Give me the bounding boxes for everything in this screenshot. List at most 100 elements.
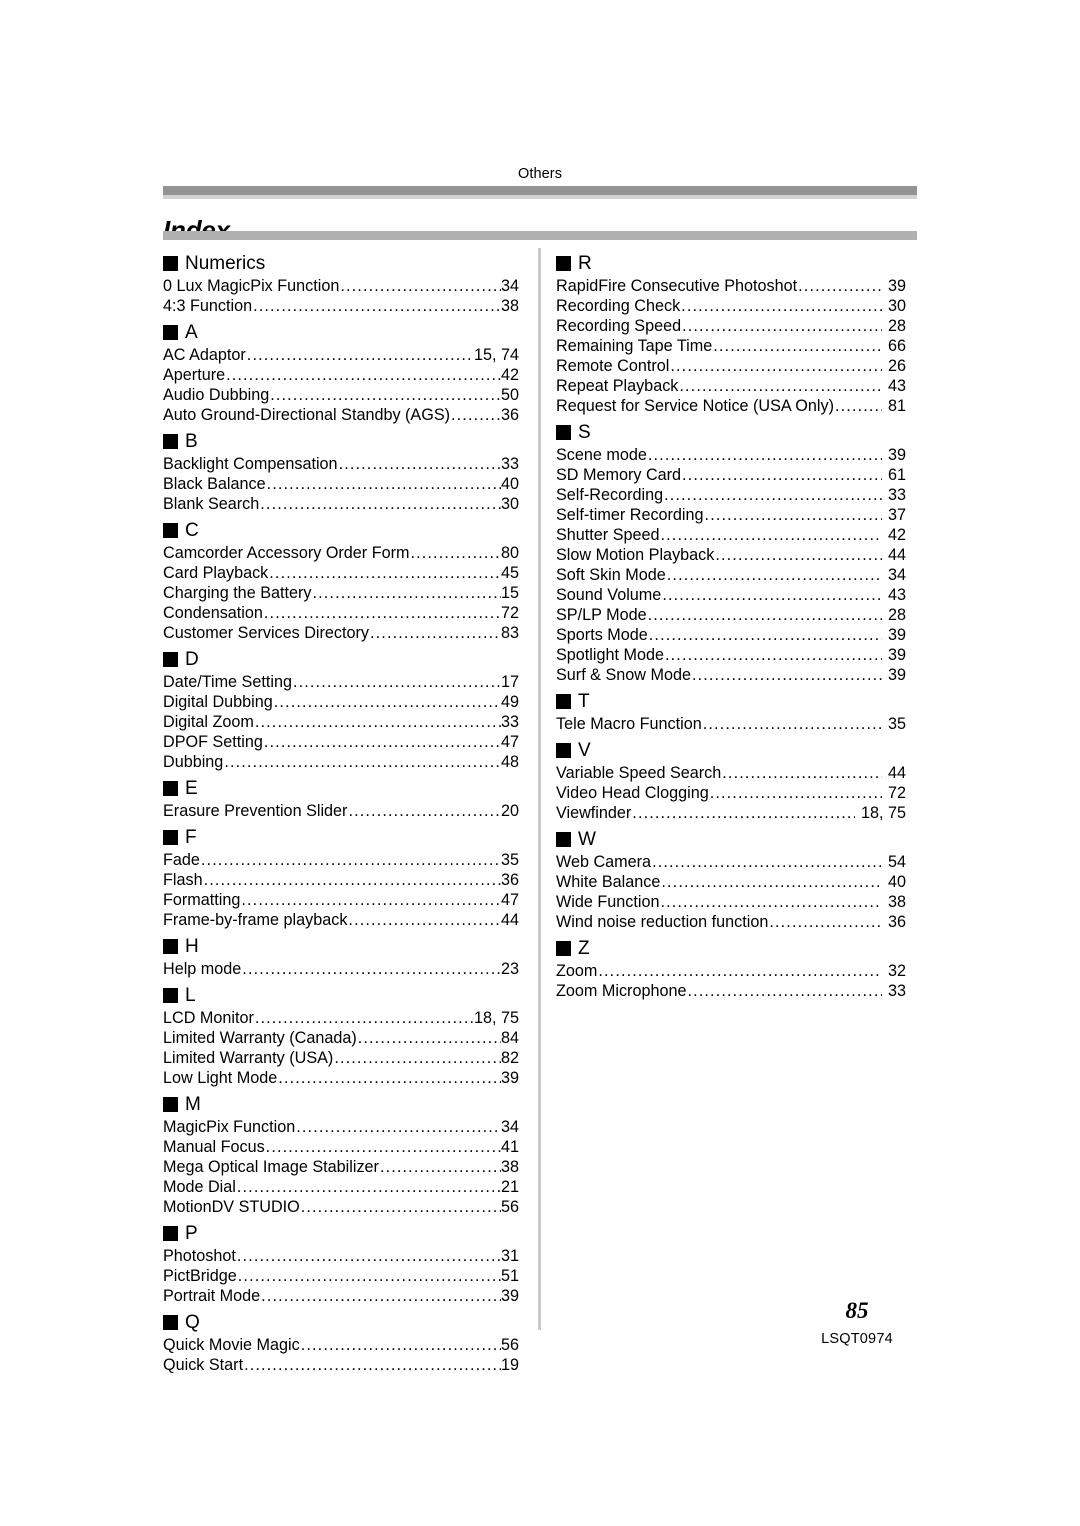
index-entry-label: Self-Recording	[556, 486, 664, 504]
index-entry[interactable]: Fade 35	[163, 851, 519, 871]
index-entry-page-number: 39	[887, 646, 906, 664]
index-entry[interactable]: Request for Service Notice (USA Only) 81	[556, 397, 906, 417]
index-section-letter: T	[578, 691, 590, 712]
square-bullet-icon	[163, 830, 178, 845]
index-entry[interactable]: Zoom Microphone 33	[556, 982, 906, 1002]
index-entry[interactable]: Surf & Snow Mode 39	[556, 666, 906, 686]
index-entry[interactable]: Formatting 47	[163, 891, 519, 911]
dot-leader	[241, 891, 501, 909]
index-entry-page-number: 61	[887, 466, 906, 484]
index-entry[interactable]: Sports Mode 39	[556, 626, 906, 646]
index-entry[interactable]: Audio Dubbing 50	[163, 386, 519, 406]
index-entry[interactable]: Recording Check 30	[556, 297, 906, 317]
index-entry[interactable]: Black Balance 40	[163, 475, 519, 495]
index-entry[interactable]: Help mode 23	[163, 960, 519, 980]
index-entry[interactable]: Tele Macro Function 35	[556, 715, 906, 735]
dot-leader	[652, 853, 882, 871]
index-entry[interactable]: Shutter Speed 42	[556, 526, 906, 546]
dot-leader	[301, 1336, 501, 1354]
dot-leader	[226, 366, 501, 384]
dot-leader	[237, 1178, 501, 1196]
index-entry[interactable]: White Balance 40	[556, 873, 906, 893]
index-entry[interactable]: Charging the Battery 15	[163, 584, 519, 604]
index-entry[interactable]: Mode Dial 21	[163, 1178, 519, 1198]
index-entry[interactable]: Camcorder Accessory Order Form 80	[163, 544, 519, 564]
index-entry[interactable]: LCD Monitor 18, 75	[163, 1009, 519, 1029]
index-entry[interactable]: 0 Lux MagicPix Function 34	[163, 277, 519, 297]
index-entry-page-number: 42	[500, 366, 519, 384]
index-entry[interactable]: Dubbing 48	[163, 753, 519, 773]
index-entry[interactable]: Limited Warranty (USA) 82	[163, 1049, 519, 1069]
index-entry-page-number: 72	[500, 604, 519, 622]
index-entry[interactable]: Card Playback 45	[163, 564, 519, 584]
index-entry[interactable]: Repeat Playback 43	[556, 377, 906, 397]
index-entry[interactable]: MagicPix Function 34	[163, 1118, 519, 1138]
index-entry[interactable]: PictBridge 51	[163, 1267, 519, 1287]
index-entry[interactable]: Quick Movie Magic 56	[163, 1336, 519, 1356]
index-entry-label: SP/LP Mode	[556, 606, 647, 624]
index-entry[interactable]: Digital Dubbing 49	[163, 693, 519, 713]
index-entry[interactable]: Mega Optical Image Stabilizer 38	[163, 1158, 519, 1178]
index-entry[interactable]: Backlight Compensation 33	[163, 455, 519, 475]
index-entry[interactable]: Wind noise reduction function 36	[556, 913, 906, 933]
index-column-right: R RapidFire Consecutive Photoshot 39 Record…	[556, 248, 906, 1002]
index-entry[interactable]: Variable Speed Search 44	[556, 764, 906, 784]
square-bullet-icon	[556, 743, 571, 758]
index-entry-page-number: 26	[887, 357, 906, 375]
index-entry[interactable]: Wide Function 38	[556, 893, 906, 913]
square-bullet-icon	[556, 941, 571, 956]
index-entry-label: Black Balance	[163, 475, 266, 493]
index-entry[interactable]: Aperture 42	[163, 366, 519, 386]
index-entry-label: Viewfinder	[556, 804, 632, 822]
index-entry[interactable]: Date/Time Setting 17	[163, 673, 519, 693]
index-entry[interactable]: Flash 36	[163, 871, 519, 891]
index-entry[interactable]: 4:3 Function 38	[163, 297, 519, 317]
index-entry[interactable]: Slow Motion Playback 44	[556, 546, 906, 566]
index-entry[interactable]: AC Adaptor 15, 74	[163, 346, 519, 366]
index-entry[interactable]: Soft Skin Mode 34	[556, 566, 906, 586]
index-entry[interactable]: Condensation 72	[163, 604, 519, 624]
index-entry[interactable]: SP/LP Mode 28	[556, 606, 906, 626]
index-entry[interactable]: Scene mode 39	[556, 446, 906, 466]
index-entry[interactable]: Video Head Clogging 72	[556, 784, 906, 804]
index-entry[interactable]: MotionDV STUDIO 56	[163, 1198, 519, 1218]
index-entry[interactable]: Recording Speed 28	[556, 317, 906, 337]
index-entry[interactable]: Self-timer Recording 37	[556, 506, 906, 526]
index-entry[interactable]: Blank Search 30	[163, 495, 519, 515]
document-code: LSQT0974	[821, 1331, 893, 1347]
index-entry[interactable]: Viewfinder 18, 75	[556, 804, 906, 824]
square-bullet-icon	[163, 1226, 178, 1241]
index-entry-label: Web Camera	[556, 853, 652, 871]
index-entry[interactable]: Spotlight Mode 39	[556, 646, 906, 666]
index-entry[interactable]: Photoshot 31	[163, 1247, 519, 1267]
index-section-heading: P	[163, 1220, 519, 1247]
index-entry[interactable]: Low Light Mode 39	[163, 1069, 519, 1089]
index-entry[interactable]: Remote Control 26	[556, 357, 906, 377]
square-bullet-icon	[163, 988, 178, 1003]
index-entry[interactable]: Remaining Tape Time 66	[556, 337, 906, 357]
dot-leader	[274, 693, 501, 711]
index-entry[interactable]: DPOF Setting 47	[163, 733, 519, 753]
index-entry-page-number: 34	[887, 566, 906, 584]
index-entry[interactable]: SD Memory Card 61	[556, 466, 906, 486]
index-entry[interactable]: Zoom 32	[556, 962, 906, 982]
index-entry[interactable]: Web Camera 54	[556, 853, 906, 873]
index-entry[interactable]: Quick Start 19	[163, 1356, 519, 1376]
index-entry-page-number: 47	[500, 733, 519, 751]
index-entry[interactable]: Frame-by-frame playback 44	[163, 911, 519, 931]
index-entry[interactable]: Sound Volume 43	[556, 586, 906, 606]
index-entry-page-number: 50	[500, 386, 519, 404]
index-entry[interactable]: Erasure Prevention Slider 20	[163, 802, 519, 822]
index-section-letter: W	[578, 829, 596, 850]
index-entry[interactable]: Limited Warranty (Canada) 84	[163, 1029, 519, 1049]
index-entry-page-number: 56	[500, 1198, 519, 1216]
index-entry-label: LCD Monitor	[163, 1009, 254, 1027]
index-entry[interactable]: Customer Services Directory 83	[163, 624, 519, 644]
index-entry[interactable]: Digital Zoom 33	[163, 713, 519, 733]
index-entry[interactable]: Portrait Mode 39	[163, 1287, 519, 1307]
index-entry[interactable]: Manual Focus 41	[163, 1138, 519, 1158]
index-entry-label: Customer Services Directory	[163, 624, 369, 642]
index-entry[interactable]: Auto Ground-Directional Standby (AGS) 36	[163, 406, 519, 426]
index-entry[interactable]: RapidFire Consecutive Photoshot 39	[556, 277, 906, 297]
index-entry[interactable]: Self-Recording 33	[556, 486, 906, 506]
